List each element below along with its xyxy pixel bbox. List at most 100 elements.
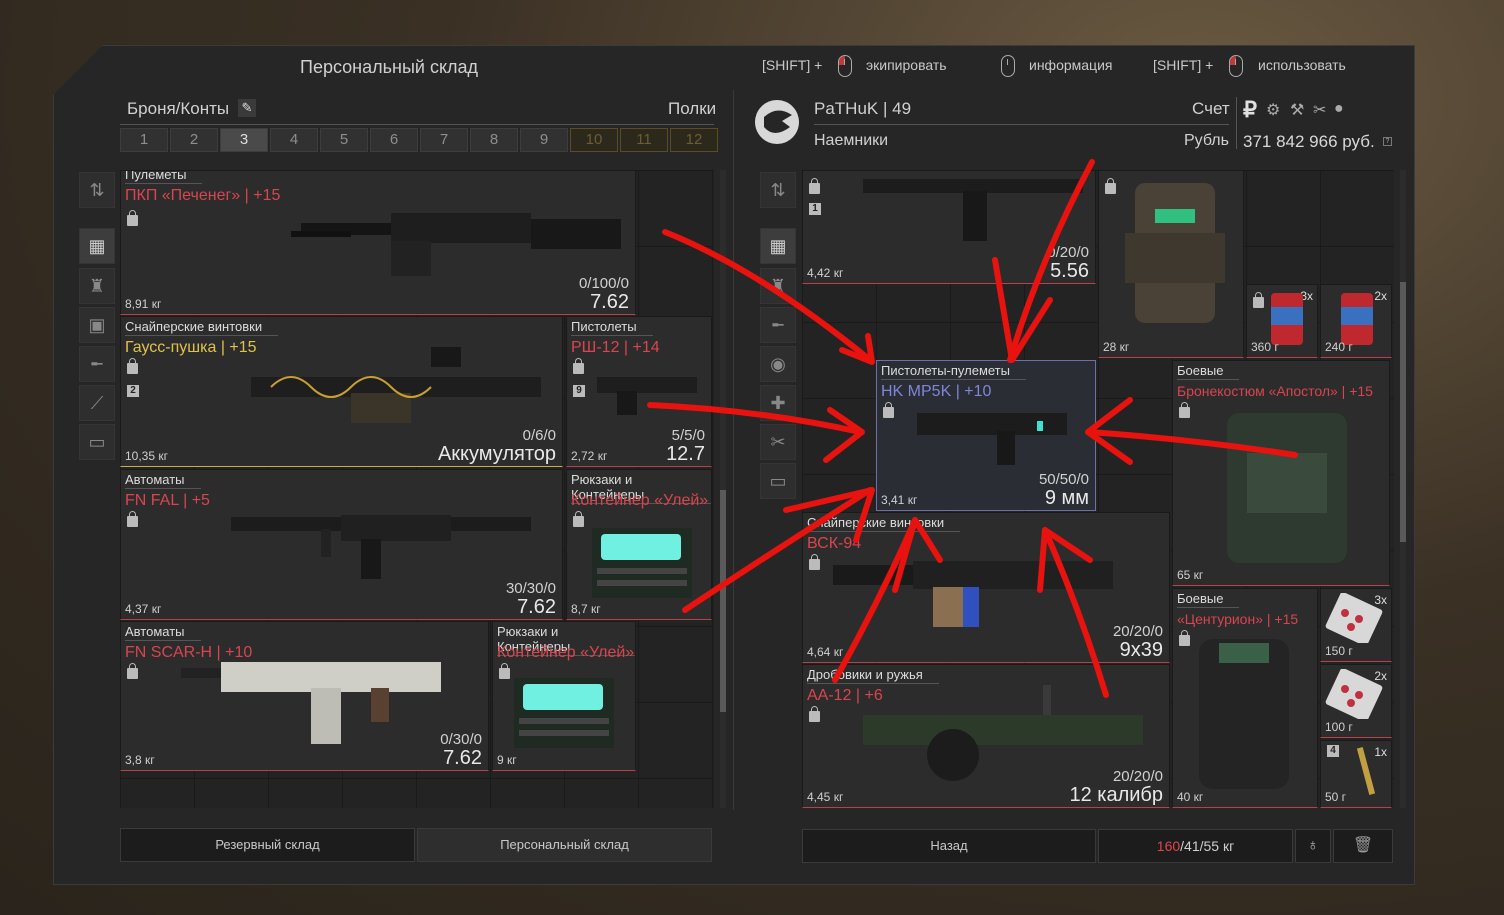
- item-weight: 4,42 кг: [807, 266, 844, 280]
- trash-icon[interactable]: 🗑: [1333, 829, 1393, 863]
- knife-filter-icon[interactable]: ⟋: [79, 385, 115, 421]
- right-scrollbar[interactable]: [1400, 170, 1406, 808]
- rifle-filter-icon[interactable]: ╾: [760, 307, 796, 343]
- weight-current: 160: [1156, 838, 1181, 854]
- item-name: РШ-12 | +14: [571, 339, 660, 356]
- item-weight: 28 кг: [1103, 340, 1130, 354]
- item-pkp[interactable]: Пулеметы ПКП «Печенег» | +15 0/100/0 7.6…: [120, 170, 636, 315]
- item-weight: 150 г: [1325, 644, 1353, 658]
- item-caliber: 12.7: [666, 443, 705, 465]
- count-badge: 1: [809, 203, 821, 215]
- box-filter-icon[interactable]: ▭: [760, 463, 796, 499]
- grid-view-icon[interactable]: ▦: [760, 228, 796, 264]
- shelf-tab-locked[interactable]: 10: [570, 128, 618, 152]
- shelf-tab[interactable]: 9: [520, 128, 568, 152]
- shelf-tab[interactable]: 7: [420, 128, 468, 152]
- item-caliber: 7.62: [443, 747, 482, 769]
- shelf-tab[interactable]: 4: [270, 128, 318, 152]
- mouse-icon: [1001, 55, 1015, 77]
- lock-icon: [127, 663, 138, 679]
- item-armor-exo[interactable]: 28 кг: [1098, 170, 1244, 358]
- pencil-icon[interactable]: ✎: [238, 99, 256, 117]
- coin-icon[interactable]: ●: [1334, 100, 1344, 118]
- pills-image: [1325, 669, 1383, 719]
- shelf-tab[interactable]: 5: [320, 128, 368, 152]
- item-pills[interactable]: 2x 100 г: [1320, 664, 1392, 738]
- player-faction: Наемники: [814, 132, 889, 149]
- pistol-image: [597, 377, 697, 415]
- item-name: Контейнер «Улей»: [571, 492, 709, 509]
- item-atlas-jar[interactable]: 2x 240 г: [1320, 284, 1392, 358]
- medkit-filter-icon[interactable]: ✚: [760, 385, 796, 421]
- mouse-left-icon: [1229, 55, 1243, 77]
- item-category: Дробовики и ружья: [807, 667, 939, 684]
- item-weight: 40 кг: [1177, 790, 1204, 804]
- equip-hint-label: экипировать: [866, 57, 947, 73]
- item-ammo: 0/6/0: [522, 427, 556, 444]
- left-scrollbar[interactable]: [720, 170, 726, 808]
- item-name: Контейнер «Улей»: [497, 644, 635, 661]
- reserve-storage-button[interactable]: Резервный склад: [120, 828, 415, 862]
- item-ammo: 20/20/0: [1112, 623, 1163, 640]
- item-ammo: 20/20/0: [1112, 768, 1163, 785]
- item-atlas-jar[interactable]: 3x 360 г: [1246, 284, 1318, 358]
- rifle-filter-icon[interactable]: ╾: [79, 346, 115, 382]
- item-rsh12[interactable]: Пистолеты РШ-12 | +14 9 5/5/0 12.7 2,72 …: [566, 316, 712, 467]
- item-syringe[interactable]: 4 1x 50 г: [1320, 740, 1392, 808]
- shelf-tab[interactable]: 2: [170, 128, 218, 152]
- rifle-image: [863, 179, 1083, 241]
- gear-icon[interactable]: ⚙: [1266, 100, 1280, 120]
- item-weight: 9 кг: [497, 753, 517, 767]
- question-icon[interactable]: ?: [1383, 137, 1392, 146]
- item-fn-scar[interactable]: Автоматы FN SCAR-H | +10 0/30/0 7.62 3,8…: [120, 621, 489, 771]
- left-title: Персональный склад: [300, 57, 479, 77]
- item-caliber: 5.56: [1050, 260, 1089, 282]
- item-aa12[interactable]: Дробовики и ружья АА-12 | +6 20/20/0 12 …: [802, 664, 1170, 808]
- item-vsk94[interactable]: Снайперские винтовки ВСК-94 20/20/0 9x39…: [802, 512, 1170, 663]
- tools-icon[interactable]: ✂: [1313, 100, 1326, 120]
- item-caliber: 9x39: [1119, 639, 1163, 661]
- shelf-tab-locked[interactable]: 12: [670, 128, 718, 152]
- account-divider: [1236, 97, 1237, 149]
- lock-icon: [883, 402, 894, 418]
- armor-filter-icon[interactable]: ♜: [760, 268, 796, 304]
- kettlebell-icon[interactable]: ♁: [1295, 829, 1331, 863]
- wrench-icon[interactable]: ⚒: [1290, 100, 1304, 120]
- backpack-filter-icon[interactable]: ▣: [79, 307, 115, 343]
- sort-icon[interactable]: ⇅: [760, 172, 796, 208]
- item-armor-apostol[interactable]: Боевые Бронекостюм «Апостол» | +15 65 кг: [1172, 360, 1390, 586]
- equip-hint-prefix: [SHIFT] +: [762, 57, 823, 73]
- sort-icon[interactable]: ⇅: [79, 172, 115, 208]
- item-gauss[interactable]: Снайперские винтовки Гаусс-пушка | +15 2…: [120, 316, 563, 467]
- item-rifle-top[interactable]: 1 0/20/0 5.56 4,42 кг: [802, 170, 1096, 284]
- balance-value: 371 842 966 руб.: [1243, 132, 1375, 151]
- item-fn-fal[interactable]: Автоматы FN FAL | +5 30/30/0 7.62 4,37 к…: [120, 469, 563, 620]
- shelf-tab[interactable]: 8: [470, 128, 518, 152]
- armor-suit-image: [1199, 639, 1289, 789]
- item-armor-centurion[interactable]: Боевые «Центурион» | +15 40 кг: [1172, 588, 1318, 808]
- item-mp5k-selected[interactable]: Пистолеты-пулеметы HK MP5K | +10 50/50/0…: [876, 360, 1096, 511]
- shelf-tab-locked[interactable]: 11: [620, 128, 668, 152]
- back-button[interactable]: Назад: [802, 829, 1096, 863]
- item-container-uley[interactable]: Рюкзаки и Контейнеры Контейнер «Улей» 9 …: [492, 621, 636, 771]
- grid-view-icon[interactable]: ▦: [79, 228, 115, 264]
- armor-filter-icon[interactable]: ♜: [79, 268, 115, 304]
- shelf-tab[interactable]: 1: [120, 128, 168, 152]
- shelf-tab[interactable]: 6: [370, 128, 418, 152]
- account-label: Счет: [1192, 99, 1230, 118]
- tool-filter-icon[interactable]: ✂: [760, 424, 796, 460]
- grenade-filter-icon[interactable]: ◉: [760, 346, 796, 382]
- profile-divider: [814, 124, 1229, 125]
- count-badge: 9: [573, 385, 585, 397]
- item-container-uley[interactable]: Рюкзаки и Контейнеры Контейнер «Улей» 8,…: [566, 469, 712, 620]
- player-name: PaTHuK | 49: [814, 99, 912, 118]
- ruble-icon[interactable]: ₽: [1243, 97, 1257, 123]
- box-filter-icon[interactable]: ▭: [79, 424, 115, 460]
- item-weight: 3,8 кг: [125, 753, 155, 767]
- item-weight: 4,45 кг: [807, 790, 844, 804]
- personal-storage-button[interactable]: Персональный склад: [417, 828, 712, 862]
- lock-icon: [127, 210, 138, 226]
- shelf-tab-active[interactable]: 3: [220, 128, 268, 152]
- item-caliber: 7.62: [517, 596, 556, 618]
- item-pills[interactable]: 3x 150 г: [1320, 588, 1392, 662]
